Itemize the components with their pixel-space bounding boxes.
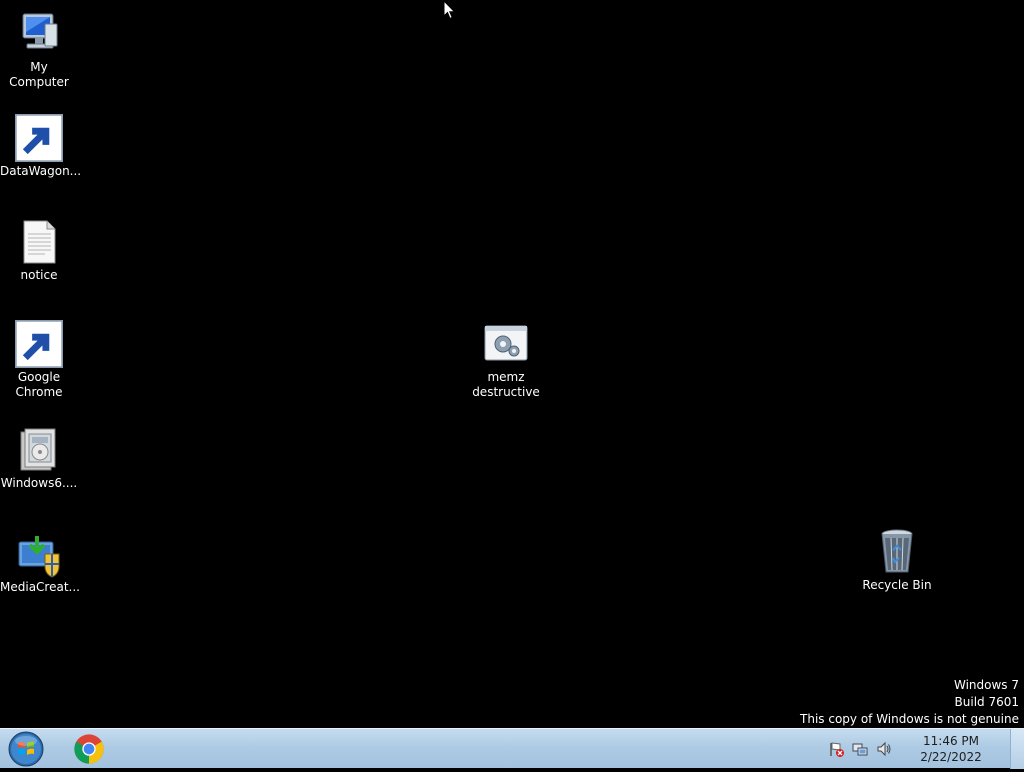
desktop-icon-label: memz destructive <box>472 370 540 399</box>
chrome-icon <box>15 320 63 368</box>
desktop-icon-notice[interactable]: notice <box>0 218 78 283</box>
windows-genuine-watermark: Windows 7 Build 7601 This copy of Window… <box>800 677 1019 728</box>
taskbar: 11:46 PM 2/22/2022 <box>0 728 1024 769</box>
recycle-bin-icon <box>873 528 921 576</box>
mouse-cursor-icon <box>443 0 456 20</box>
desktop[interactable]: My Computer DataWagon... notice Google C… <box>0 0 1024 728</box>
watermark-os-name: Windows 7 <box>953 678 1019 692</box>
show-desktop-button[interactable] <box>1010 729 1024 769</box>
taskbar-pinned-chrome[interactable] <box>62 730 116 768</box>
desktop-icon-datawagon[interactable]: DataWagon... <box>0 114 82 179</box>
datawagon-app-icon <box>15 114 63 162</box>
text-document-icon <box>15 218 63 266</box>
volume-icon[interactable] <box>876 741 892 757</box>
desktop-icon-label: Recycle Bin <box>862 578 932 592</box>
watermark-build: Build 7601 <box>954 695 1019 709</box>
desktop-icon-my-computer[interactable]: My Computer <box>0 10 78 90</box>
desktop-icon-label: MediaCreat... <box>0 580 80 594</box>
clock-time: 11:46 PM <box>923 734 979 748</box>
desktop-icon-recycle-bin[interactable]: Recycle Bin <box>858 528 936 593</box>
desktop-icon-label: Windows6.... <box>0 476 78 490</box>
shortcut-arrow-icon <box>15 320 63 368</box>
desktop-icon-label: Google Chrome <box>15 370 63 399</box>
desktop-icon-label: My Computer <box>9 60 69 89</box>
windows-orb-icon <box>8 731 44 767</box>
network-icon[interactable] <box>852 741 868 757</box>
desktop-icon-label: notice <box>20 268 58 282</box>
watermark-not-genuine: This copy of Windows is not genuine <box>800 712 1019 726</box>
installer-package-icon <box>15 426 63 474</box>
computer-icon <box>15 10 63 58</box>
clock-date: 2/22/2022 <box>920 750 982 764</box>
action-center-flag-icon[interactable] <box>828 741 844 757</box>
taskbar-clock[interactable]: 11:46 PM 2/22/2022 <box>920 733 982 765</box>
chrome-icon <box>74 734 104 764</box>
batch-file-gear-icon <box>482 320 530 368</box>
desktop-icon-label: DataWagon... <box>0 164 82 178</box>
desktop-icon-google-chrome[interactable]: Google Chrome <box>0 320 78 400</box>
notification-area: 11:46 PM 2/22/2022 <box>822 729 982 769</box>
media-creation-tool-icon <box>15 530 63 578</box>
desktop-icon-windows6[interactable]: Windows6.... <box>0 426 78 491</box>
desktop-icon-memz-destructive[interactable]: memz destructive <box>467 320 545 400</box>
desktop-icon-mediacreation[interactable]: MediaCreat... <box>0 530 80 595</box>
shortcut-arrow-icon <box>15 114 63 162</box>
start-button[interactable] <box>5 730 47 768</box>
